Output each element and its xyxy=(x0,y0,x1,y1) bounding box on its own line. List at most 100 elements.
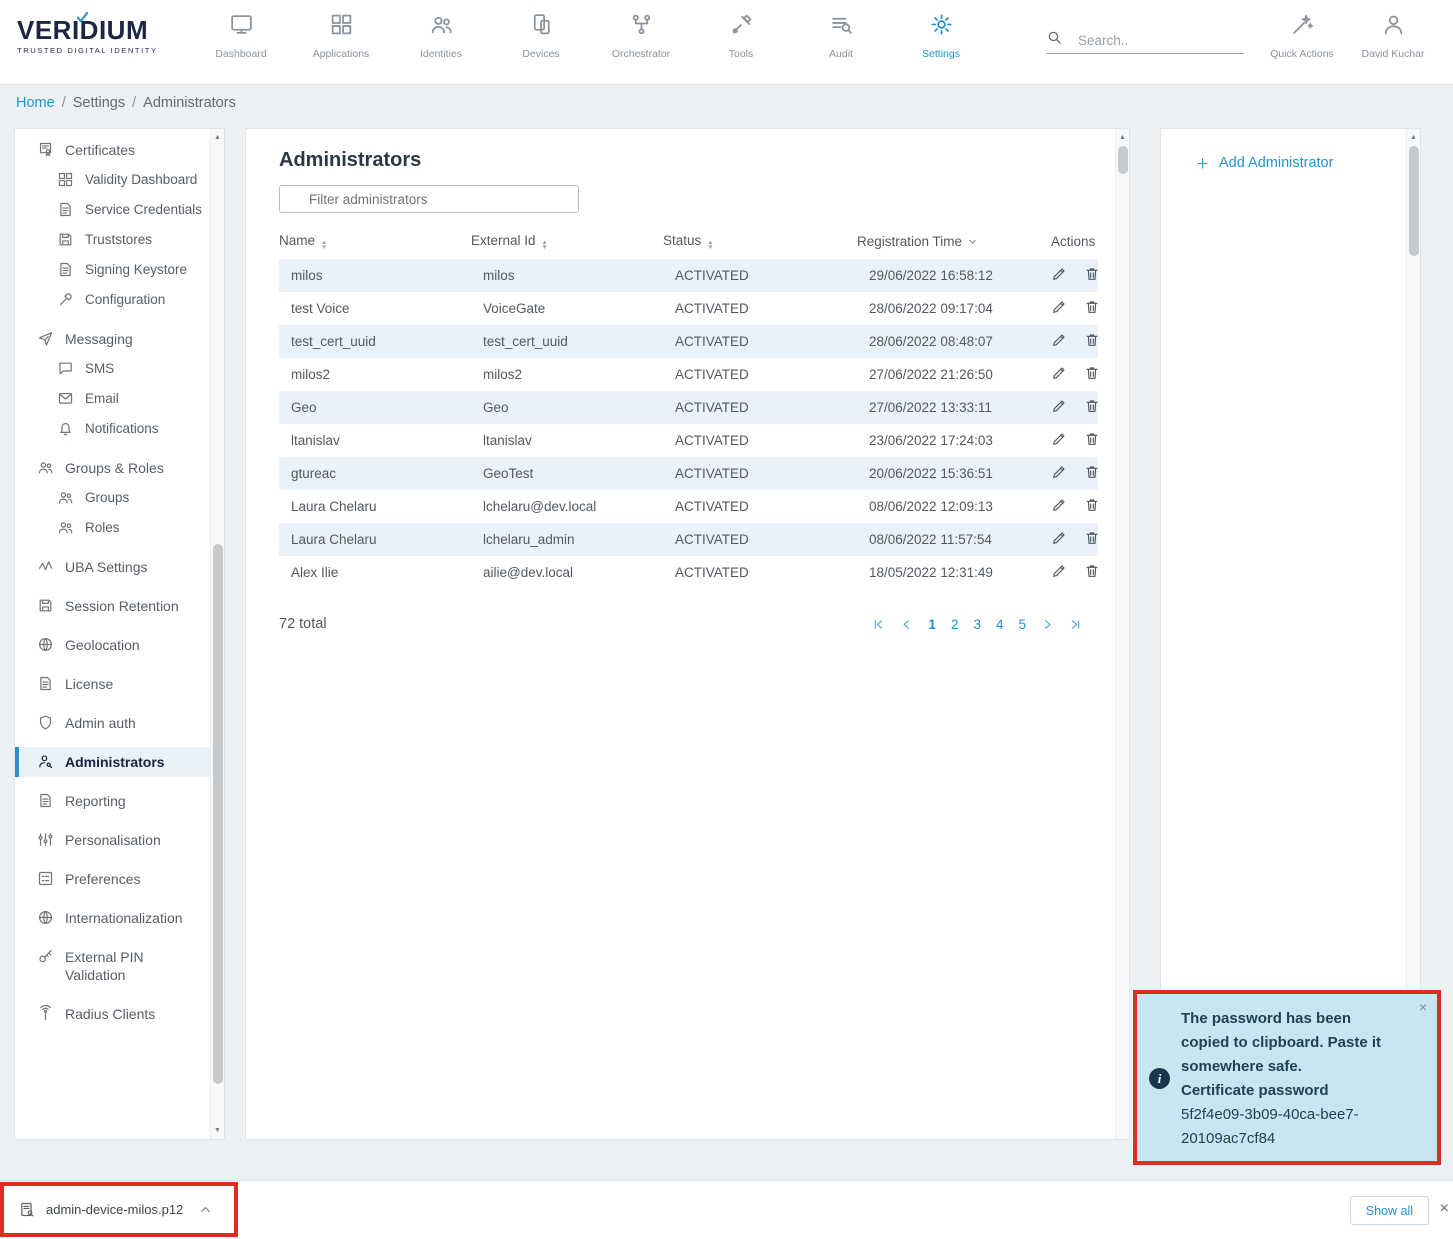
sidebar-item-roles[interactable]: Roles xyxy=(15,513,212,543)
scroll-up-icon[interactable]: ▲ xyxy=(211,134,224,141)
column-header-status[interactable]: Status▲▼ xyxy=(663,226,857,259)
scrollbar-thumb[interactable] xyxy=(213,544,223,1084)
edit-icon[interactable] xyxy=(1051,563,1067,579)
edit-icon[interactable] xyxy=(1051,332,1067,348)
cell-status: ACTIVATED xyxy=(663,259,857,292)
nav-item-orchestrator[interactable]: Orchestrator xyxy=(591,12,691,60)
cell-external-id: lchelaru@dev.local xyxy=(471,490,663,523)
sidebar-item-geolocation[interactable]: Geolocation xyxy=(15,630,212,660)
sidebar-item-groups-roles[interactable]: Groups & Roles xyxy=(15,453,212,483)
sidebar-item-validity-dashboard[interactable]: Validity Dashboard xyxy=(15,165,212,195)
sidebar-scrollbar[interactable]: ▲ ▼ xyxy=(210,129,224,1139)
sidebar-item-admin-auth[interactable]: Admin auth xyxy=(15,708,212,738)
sidebar-item-notifications[interactable]: Notifications xyxy=(15,414,212,444)
breadcrumb-settings[interactable]: Settings xyxy=(73,95,125,111)
sidebar-item-certificates[interactable]: Certificates xyxy=(15,135,212,165)
nav-item-audit[interactable]: Audit xyxy=(791,12,891,60)
delete-icon[interactable] xyxy=(1084,299,1098,315)
column-header-external-id[interactable]: External Id▲▼ xyxy=(471,226,663,259)
delete-icon[interactable] xyxy=(1084,530,1098,546)
sidebar-item-radius-clients[interactable]: Radius Clients xyxy=(15,999,212,1029)
chevron-up-icon[interactable] xyxy=(199,1203,212,1216)
sidebar-item-external-pin-validation[interactable]: External PIN Validation xyxy=(15,942,212,990)
breadcrumb-home[interactable]: Home xyxy=(16,95,55,111)
scroll-up-icon[interactable]: ▲ xyxy=(1116,134,1129,141)
close-icon[interactable]: × xyxy=(1440,1201,1449,1217)
edit-icon[interactable] xyxy=(1051,299,1067,315)
show-all-button[interactable]: Show all xyxy=(1350,1196,1429,1225)
edit-icon[interactable] xyxy=(1051,398,1067,414)
download-item[interactable]: admin-device-milos.p12 xyxy=(4,1201,212,1218)
add-administrator-button[interactable]: Add Administrator xyxy=(1195,155,1333,171)
sidebar-item-service-credentials[interactable]: Service Credentials xyxy=(15,195,212,225)
activity-icon xyxy=(37,558,54,575)
user-menu[interactable]: David Kuchar xyxy=(1350,12,1436,60)
delete-icon[interactable] xyxy=(1084,563,1098,579)
sidebar-item-administrators[interactable]: Administrators xyxy=(15,747,212,777)
sidebar-item-configuration[interactable]: Configuration xyxy=(15,285,212,315)
column-header-name[interactable]: Name▲▼ xyxy=(279,226,471,259)
close-icon[interactable]: × xyxy=(1419,999,1427,1015)
next-page-icon[interactable] xyxy=(1041,618,1054,631)
cell-status: ACTIVATED xyxy=(663,358,857,391)
delete-icon[interactable] xyxy=(1084,398,1098,414)
edit-icon[interactable] xyxy=(1051,431,1067,447)
sidebar-item-sms[interactable]: SMS xyxy=(15,354,212,384)
search-input[interactable] xyxy=(1078,33,1244,48)
page-1[interactable]: 1 xyxy=(928,617,936,632)
sidebar-item-personalisation[interactable]: Personalisation xyxy=(15,825,212,855)
filter-administrators-input[interactable] xyxy=(279,185,579,213)
sidebar-item-license[interactable]: License xyxy=(15,669,212,699)
quick-actions-button[interactable]: Quick Actions xyxy=(1259,12,1345,60)
nav-item-identities[interactable]: Identities xyxy=(391,12,491,60)
nav-item-devices[interactable]: Devices xyxy=(491,12,591,60)
nav-item-dashboard[interactable]: Dashboard xyxy=(191,12,291,60)
delete-icon[interactable] xyxy=(1084,464,1098,480)
edit-icon[interactable] xyxy=(1051,530,1067,546)
delete-icon[interactable] xyxy=(1084,365,1098,381)
column-header-registration-time[interactable]: Registration Time xyxy=(857,226,1038,259)
veridium-logo[interactable]: VERIDIUM TRUSTED DIGITAL IDENTITY xyxy=(17,17,158,55)
nav-item-applications[interactable]: Applications xyxy=(291,12,391,60)
delete-icon[interactable] xyxy=(1084,332,1098,348)
scrollbar-thumb[interactable] xyxy=(1118,146,1128,174)
scroll-down-icon[interactable]: ▼ xyxy=(211,1127,224,1134)
nav-item-settings[interactable]: Settings xyxy=(891,12,991,60)
save-icon xyxy=(57,231,74,248)
delete-icon[interactable] xyxy=(1084,266,1098,282)
sidebar-item-email[interactable]: Email xyxy=(15,384,212,414)
sidebar-item-messaging[interactable]: Messaging xyxy=(15,324,212,354)
edit-icon[interactable] xyxy=(1051,464,1067,480)
edit-icon[interactable] xyxy=(1051,266,1067,282)
mail-icon xyxy=(57,390,74,407)
first-page-icon[interactable] xyxy=(872,618,885,631)
sidebar-item-groups[interactable]: Groups xyxy=(15,483,212,513)
delete-icon[interactable] xyxy=(1084,497,1098,513)
sidebar-item-uba-settings[interactable]: UBA Settings xyxy=(15,552,212,582)
detail-scrollbar[interactable]: ▲ xyxy=(1406,129,1420,1139)
table-row: ltanislavltanislavACTIVATED23/06/2022 17… xyxy=(279,424,1098,457)
delete-icon[interactable] xyxy=(1084,431,1098,447)
sidebar-item-reporting[interactable]: Reporting xyxy=(15,786,212,816)
prev-page-icon[interactable] xyxy=(900,618,913,631)
page-2[interactable]: 2 xyxy=(951,617,959,632)
sidebar-item-truststores[interactable]: Truststores xyxy=(15,225,212,255)
sidebar-item-signing-keystore[interactable]: Signing Keystore xyxy=(15,255,212,285)
sidebar-item-internationalization[interactable]: Internationalization xyxy=(15,903,212,933)
cell-status: ACTIVATED xyxy=(663,424,857,457)
edit-icon[interactable] xyxy=(1051,365,1067,381)
cell-actions xyxy=(1038,259,1098,292)
nav-item-tools[interactable]: Tools xyxy=(691,12,791,60)
page-5[interactable]: 5 xyxy=(1018,617,1026,632)
sidebar-item-preferences[interactable]: Preferences xyxy=(15,864,212,894)
toast-password: 5f2f4e09-3b09-40ca-bee7-20109ac7cf84 xyxy=(1181,1103,1401,1151)
page-4[interactable]: 4 xyxy=(996,617,1004,632)
scrollbar-thumb[interactable] xyxy=(1409,146,1419,256)
scroll-up-icon[interactable]: ▲ xyxy=(1407,134,1420,141)
sidebar-item-session-retention[interactable]: Session Retention xyxy=(15,591,212,621)
main-scrollbar[interactable]: ▲ xyxy=(1115,129,1129,1139)
last-page-icon[interactable] xyxy=(1069,618,1082,631)
wrench-icon xyxy=(57,291,74,308)
page-3[interactable]: 3 xyxy=(973,617,981,632)
edit-icon[interactable] xyxy=(1051,497,1067,513)
